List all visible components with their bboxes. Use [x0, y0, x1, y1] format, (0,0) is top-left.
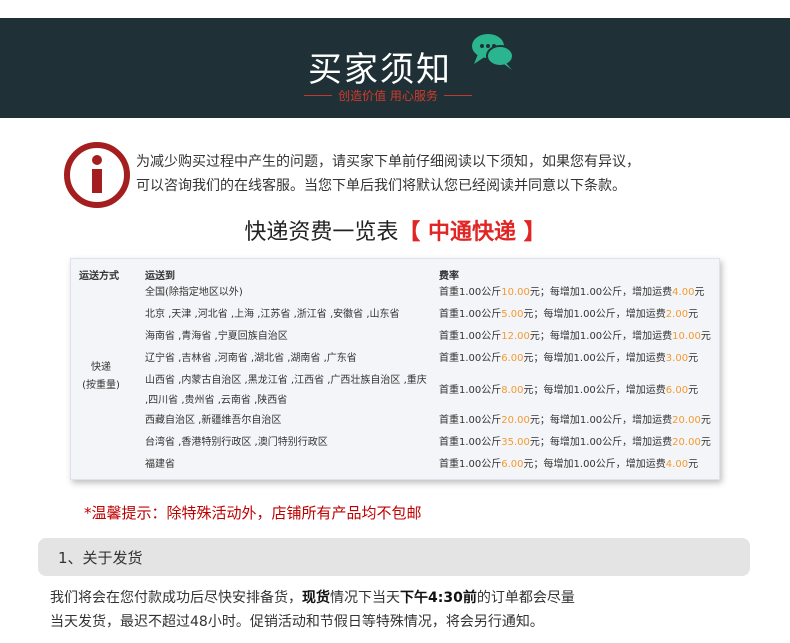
first-weight-price: 20.00 [501, 415, 530, 426]
fee-text: 元；每增加1.00公斤，增加运费 [529, 331, 673, 342]
fee-table: 运送方式 运送到 费率 快递 (按重量) 全国(除指定地区以外) 首重1.00公斤… [70, 258, 720, 480]
section-body: 我们将会在您付款成功后尽快安排备货，现货情况下当天下午4:30前的订单都会尽量 … [50, 586, 750, 634]
header-subtitle-text: 创造价值 用心服务 [338, 88, 438, 103]
chat-bubbles-icon [472, 34, 514, 70]
table-cell-fee: 首重1.00公斤12.00元；每增加1.00公斤，增加运费10.00元 [439, 327, 711, 347]
fee-text: 首重1.00公斤 [439, 331, 502, 342]
region-text: 辽宁省 ,吉林省 ,河南省 ,湖北省 ,湖南省 ,广东省 [145, 353, 357, 364]
body-text-part: 我们将会在您付款成功后尽快安排备货， [50, 590, 302, 606]
extra-weight-price: 2.00 [665, 309, 689, 320]
fee-text: 元；每增加1.00公斤，增加运费 [529, 415, 673, 426]
first-weight-price: 6.00 [501, 353, 524, 364]
table-cell-region: 西藏自治区 ,新疆维吾尔自治区 [145, 411, 435, 431]
region-text: 福建省 [145, 459, 175, 470]
section-body-line-1: 我们将会在您付款成功后尽快安排备货，现货情况下当天下午4:30前的订单都会尽量 [50, 586, 750, 610]
fee-text: 元；每增加1.00公斤，增加运费 [529, 437, 673, 448]
region-text: 全国(除指定地区以外) [145, 287, 243, 298]
region-text: 台湾省 ,香港特别行政区 ,澳门特别行政区 [145, 437, 328, 448]
fee-text: 元 [694, 287, 705, 298]
fee-text: 首重1.00公斤 [439, 287, 502, 298]
fee-text: 首重1.00公斤 [439, 353, 502, 364]
extra-weight-price: 6.00 [665, 385, 689, 396]
extra-weight-price: 4.00 [672, 287, 695, 298]
extra-weight-price: 20.00 [672, 415, 701, 426]
fee-text: 元；每增加1.00公斤，增加运费 [523, 459, 666, 470]
table-cell-region: 全国(除指定地区以外) [145, 283, 435, 303]
fee-text: 元；每增加1.00公斤，增加运费 [523, 309, 666, 320]
shipping-tip: *温馨提示：除特殊活动外，店铺所有产品均不包邮 [84, 504, 422, 522]
fee-table-title-text: 快递资费一览表 [244, 220, 399, 245]
fee-text: 元 [688, 459, 699, 470]
table-cell-region: 台湾省 ,香港特别行政区 ,澳门特别行政区 [145, 433, 435, 453]
region-text: ,四川省 ,贵州省 ,云南省 ,陕西省 [145, 395, 288, 406]
first-weight-price: 10.00 [501, 287, 530, 298]
section-body-line-2: 当天发货，最迟不超过48小时。促销活动和节假日等特殊情况，将会另行通知。 [50, 614, 544, 630]
fee-text: 元；每增加1.00公斤，增加运费 [529, 287, 673, 298]
table-cell-fee: 首重1.00公斤6.00元；每增加1.00公斤，增加运费3.00元 [439, 349, 698, 369]
fee-text: 首重1.00公斤 [439, 459, 502, 470]
divider-line-left [304, 94, 333, 96]
table-cell-fee: 首重1.00公斤8.00元；每增加1.00公斤，增加运费6.00元 [439, 381, 698, 401]
table-cell-region: 海南省 ,青海省 ,宁夏回族自治区 [145, 327, 435, 347]
region-text: 山西省 ,内蒙古自治区 ,黑龙江省 ,江西省 ,广西壮族自治区 ,重庆 [145, 375, 427, 386]
fee-text: 元；每增加1.00公斤，增加运费 [523, 385, 666, 396]
body-text-part: 情况下当天 [330, 590, 400, 606]
extra-weight-price: 10.00 [672, 331, 701, 342]
header-subtitle: 创造价值 用心服务 [288, 86, 488, 104]
first-weight-price: 5.00 [501, 309, 524, 320]
region-text: 北京 ,天津 ,河北省 ,上海 ,江苏省 ,浙江省 ,安徽省 ,山东省 [145, 309, 400, 320]
region-text: 西藏自治区 ,新疆维吾尔自治区 [145, 415, 282, 426]
divider-line-right [443, 94, 472, 96]
first-weight-price: 35.00 [501, 437, 530, 448]
page-title: 买家须知 [308, 50, 452, 90]
body-text-bold: 现货 [302, 590, 330, 606]
first-weight-price: 12.00 [501, 331, 530, 342]
notice-text: 为减少购买过程中产生的问题，请买家下单前仔细阅读以下须知，如果您有异议， 可以咨… [136, 150, 756, 198]
first-weight-price: 6.00 [501, 459, 524, 470]
table-cell-fee: 首重1.00公斤5.00元；每增加1.00公斤，增加运费2.00元 [439, 305, 698, 325]
table-cell-fee: 首重1.00公斤10.00元；每增加1.00公斤，增加运费4.00元 [439, 283, 704, 303]
section-header: 1、关于发货 [38, 538, 750, 576]
table-cell-fee: 首重1.00公斤35.00元；每增加1.00公斤，增加运费20.00元 [439, 433, 711, 453]
column-header-method: 运送方式 [79, 271, 119, 282]
fee-text: 元；每增加1.00公斤，增加运费 [523, 353, 666, 364]
table-cell-region: 北京 ,天津 ,河北省 ,上海 ,江苏省 ,浙江省 ,安徽省 ,山东省 [145, 305, 435, 325]
shipping-method-name: 快递 [91, 362, 111, 373]
column-header-fee: 费率 [439, 271, 459, 282]
shipping-method-note: (按重量) [82, 380, 120, 391]
table-cell-region: 山西省 ,内蒙古自治区 ,黑龙江省 ,江西省 ,广西壮族自治区 ,重庆 ,四川省 … [145, 371, 435, 411]
info-icon [64, 142, 130, 208]
fee-text: 首重1.00公斤 [439, 309, 502, 320]
region-text: 海南省 ,青海省 ,宁夏回族自治区 [145, 331, 288, 342]
fee-text: 首重1.00公斤 [439, 415, 502, 426]
fee-text: 元 [688, 385, 699, 396]
body-text-part: 的订单都会尽量 [476, 590, 575, 606]
notice-line: 可以咨询我们的在线客服。当您下单后我们将默认您已经阅读并同意以下条款。 [136, 178, 626, 194]
column-header-region: 运送到 [145, 271, 175, 282]
fee-text: 元 [700, 415, 711, 426]
table-cell-region: 辽宁省 ,吉林省 ,河南省 ,湖北省 ,湖南省 ,广东省 [145, 349, 435, 369]
fee-text: 元 [700, 437, 711, 448]
section-title: 1、关于发货 [58, 549, 143, 567]
shipping-method: 快递 (按重量) [81, 359, 121, 395]
table-cell-region: 福建省 [145, 455, 435, 475]
extra-weight-price: 3.00 [665, 353, 689, 364]
extra-weight-price: 4.00 [665, 459, 689, 470]
fee-table-title: 快递资费一览表【 中通快递 】 [0, 214, 790, 246]
courier-name: 【 中通快递 】 [398, 220, 546, 245]
notice-line: 为减少购买过程中产生的问题，请买家下单前仔细阅读以下须知，如果您有异议， [136, 154, 640, 170]
fee-text: 首重1.00公斤 [439, 437, 502, 448]
body-text-bold: 下午4:30前 [400, 590, 477, 606]
table-cell-fee: 首重1.00公斤6.00元；每增加1.00公斤，增加运费4.00元 [439, 455, 698, 475]
table-cell-fee: 首重1.00公斤20.00元；每增加1.00公斤，增加运费20.00元 [439, 411, 711, 431]
fee-text: 元 [700, 331, 711, 342]
extra-weight-price: 20.00 [672, 437, 701, 448]
fee-text: 首重1.00公斤 [439, 385, 502, 396]
first-weight-price: 8.00 [501, 385, 524, 396]
fee-text: 元 [688, 353, 699, 364]
fee-text: 元 [688, 309, 699, 320]
